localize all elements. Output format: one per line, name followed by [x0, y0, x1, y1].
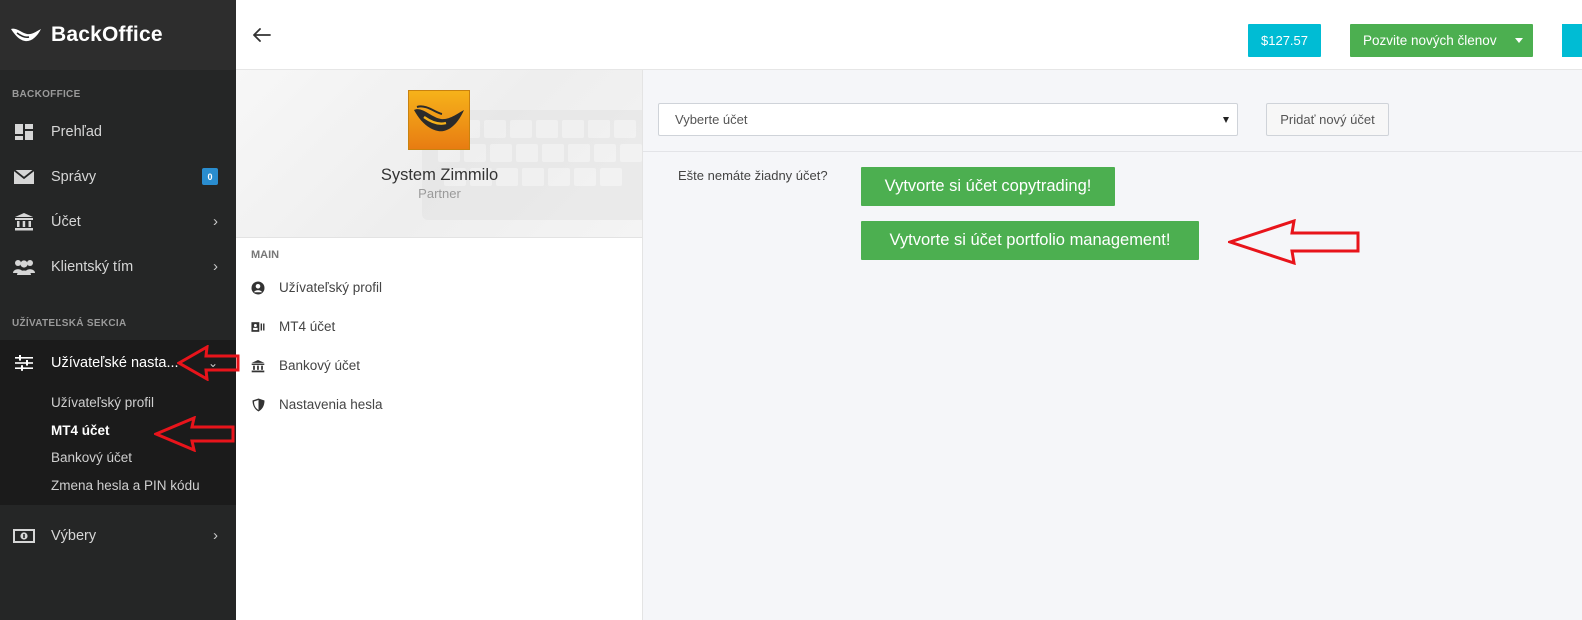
profile-menu-heading: MAIN	[251, 249, 280, 261]
bank-icon	[251, 359, 265, 373]
cut-off-topbar-button[interactable]	[1562, 24, 1582, 57]
user-circle-icon	[251, 281, 265, 295]
create-portfolio-account-button[interactable]: Vytvorte si účet portfolio management!	[861, 221, 1199, 260]
sidebar-item-overview[interactable]: Prehľad	[0, 109, 236, 154]
account-select-value: Vyberte účet	[675, 112, 748, 127]
chevron-right-icon: ›	[213, 527, 218, 544]
messages-count-badge: 0	[202, 168, 218, 185]
profile-name: System Zimmilo	[380, 166, 499, 184]
bank-icon	[12, 212, 36, 232]
sidebar-item-withdrawals[interactable]: Výbery ›	[0, 513, 236, 558]
submenu-item-change-password[interactable]: Zmena hesla a PIN kódu	[0, 472, 236, 500]
caret-down-icon[interactable]	[1515, 38, 1523, 43]
invite-members-button[interactable]: Pozvite nových členov	[1350, 24, 1533, 57]
annotation-arrow-icon	[154, 416, 235, 452]
section-heading-backoffice: BACKOFFICE	[12, 89, 81, 100]
profile-menu-label: MT4 účet	[279, 319, 336, 334]
avatar	[408, 90, 470, 150]
sidebar-item-label: Výbery	[51, 527, 97, 544]
users-icon	[12, 257, 36, 277]
annotation-arrow-icon	[1228, 219, 1360, 265]
chevron-right-icon: ›	[213, 258, 218, 275]
profile-menu-label: Užívateľský profil	[279, 280, 382, 295]
brand-title: BackOffice	[51, 23, 163, 46]
sliders-icon	[12, 353, 36, 373]
submenu-item-user-profile[interactable]: Užívateľský profil	[0, 389, 236, 417]
sidebar-item-label: Prehľad	[51, 123, 102, 140]
back-arrow-icon[interactable]	[252, 27, 272, 43]
profile-header: System Zimmilo Partner	[236, 70, 642, 238]
profile-role: Partner	[418, 186, 461, 201]
sidebar-item-messages[interactable]: Správy 0	[0, 154, 236, 199]
add-account-button[interactable]: Pridať nový účet	[1266, 103, 1389, 136]
sidebar-item-label: Klientský tím	[51, 258, 134, 275]
invite-members-label: Pozvite nových členov	[1363, 33, 1497, 48]
profile-menu-label: Nastavenia hesla	[279, 397, 383, 412]
sidebar-item-account[interactable]: Účet ›	[0, 199, 236, 244]
id-card-icon	[251, 320, 265, 334]
profile-menu-user-profile[interactable]: Užívateľský profil	[251, 280, 382, 295]
chevron-right-icon: ›	[213, 213, 218, 230]
profile-panel: System Zimmilo Partner MAIN Užívateľský …	[236, 70, 643, 620]
shield-icon	[251, 398, 265, 412]
account-toolbar: Vyberte účet Pridať nový účet	[643, 70, 1582, 152]
account-select[interactable]: Vyberte účet	[658, 103, 1238, 136]
money-icon	[12, 526, 36, 546]
sidebar-item-client-team[interactable]: Klientský tím ›	[0, 244, 236, 289]
dashboard-icon	[12, 122, 36, 142]
brand-logo-icon	[414, 105, 464, 132]
main-content: Vyberte účet Pridať nový účet Ešte nemát…	[643, 70, 1582, 620]
profile-menu-bank-account[interactable]: Bankový účet	[251, 358, 360, 373]
balance-button[interactable]: $127.57	[1248, 24, 1321, 57]
brand-header[interactable]: BackOffice	[0, 0, 236, 70]
profile-menu-password-settings[interactable]: Nastavenia hesla	[251, 397, 383, 412]
section-heading-user: UŽÍVATEĽSKÁ SEKCIA	[12, 318, 127, 329]
sidebar-item-label: Účet	[51, 213, 81, 230]
profile-menu-mt4-account[interactable]: MT4 účet	[251, 319, 335, 334]
annotation-arrow-icon	[177, 345, 240, 381]
top-bar: $127.57 Pozvite nových členov	[236, 0, 1582, 70]
profile-menu-label: Bankový účet	[279, 358, 361, 373]
sidebar: BackOffice BACKOFFICE Prehľad Správy 0 Ú…	[0, 0, 236, 620]
create-copytrading-account-button[interactable]: Vytvorte si účet copytrading!	[861, 167, 1115, 206]
sidebar-item-label: Správy	[51, 168, 97, 185]
envelope-icon	[12, 167, 36, 187]
no-account-message: Ešte nemáte žiadny účet?	[678, 168, 828, 183]
dropdown-arrow-icon	[1223, 117, 1229, 123]
brand-logo-icon	[11, 28, 41, 42]
